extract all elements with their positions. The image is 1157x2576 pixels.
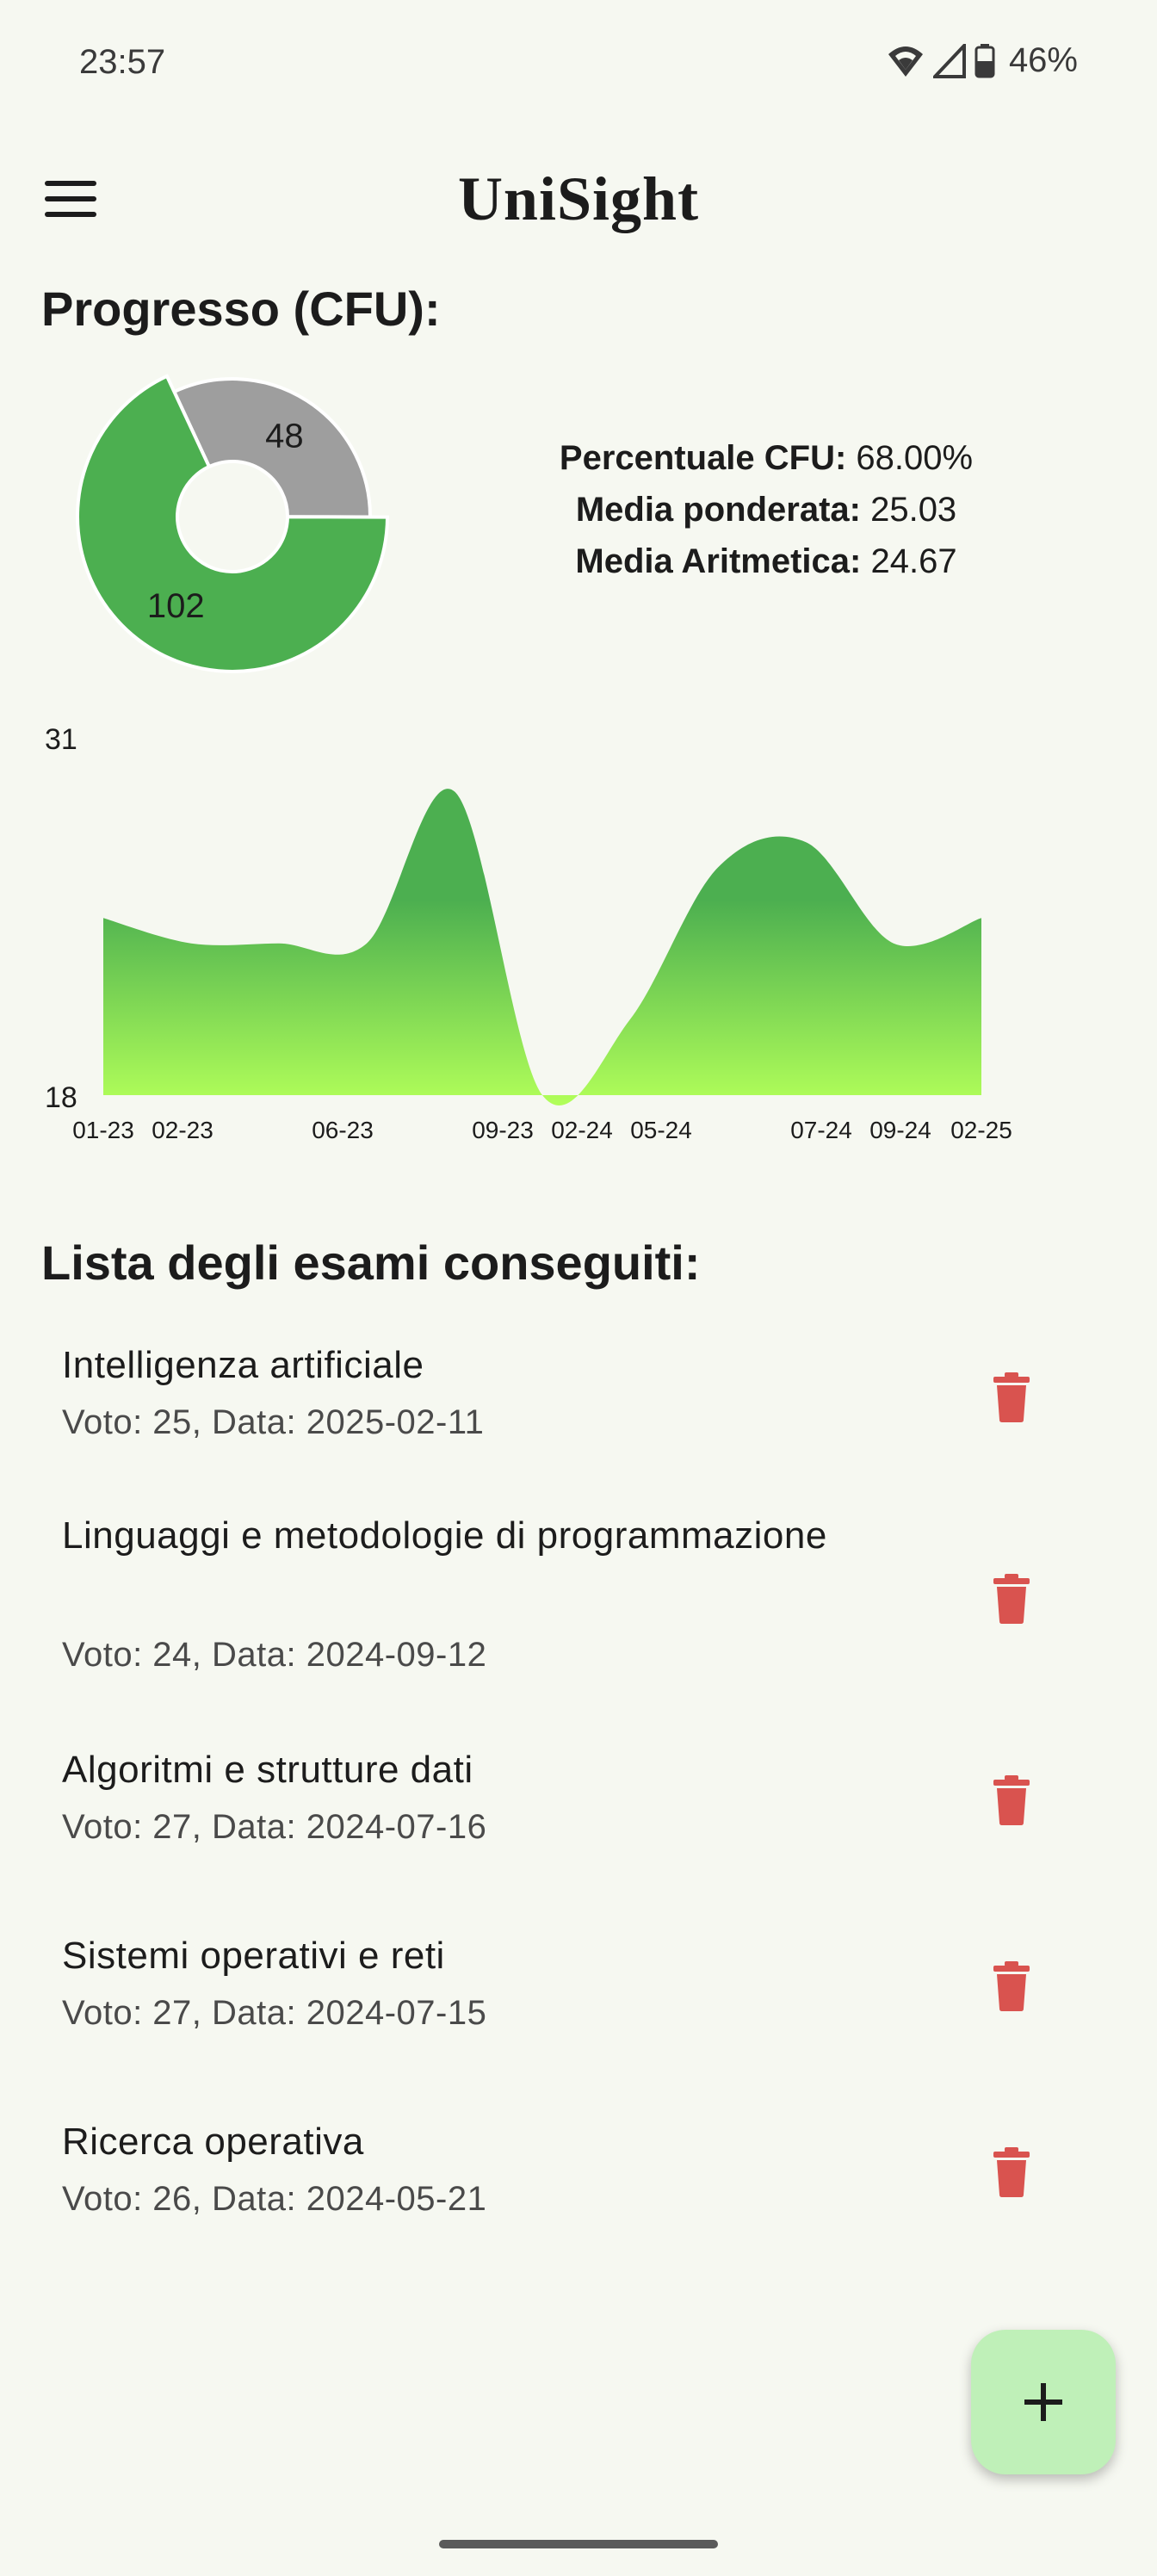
status-time: 23:57 <box>79 43 166 81</box>
exam-details: Voto: 26, Data: 2024-05-21 <box>62 2180 487 2218</box>
area-series <box>103 789 981 1106</box>
x-tick-label: 05-24 <box>630 1117 692 1143</box>
cell-signal-icon <box>932 43 966 78</box>
exam-name: Ricerca operativa <box>62 2121 364 2163</box>
home-indicator <box>439 2540 718 2548</box>
exam-details: Voto: 24, Data: 2024-09-12 <box>62 1636 487 1674</box>
progress-title: Progresso (CFU): <box>41 282 441 336</box>
app-bar: UniSight <box>0 146 1157 250</box>
y-tick-label: 31 <box>45 723 77 756</box>
exam-details: Voto: 27, Data: 2024-07-15 <box>62 1994 487 2032</box>
x-tick-label: 07-24 <box>790 1117 852 1143</box>
app-title: UniSight <box>457 164 700 233</box>
trash-icon[interactable] <box>990 1574 1033 1624</box>
y-tick-label: 18 <box>45 1081 77 1114</box>
add-exam-button[interactable] <box>971 2330 1116 2474</box>
trash-icon[interactable] <box>990 2147 1033 2197</box>
wifi-icon <box>888 46 923 77</box>
exam-name: Sistemi operativi e reti <box>62 1935 445 1977</box>
x-tick-label: 09-23 <box>472 1117 534 1143</box>
plus-icon <box>1024 2383 1062 2421</box>
exam-details: Voto: 27, Data: 2024-07-16 <box>62 1808 487 1846</box>
status-bar: 23:57 46% <box>0 0 1157 129</box>
x-tick-label: 09-24 <box>869 1117 931 1143</box>
status-icons: 46% <box>887 41 1078 80</box>
x-tick-label: 01-23 <box>72 1117 134 1143</box>
trash-icon[interactable] <box>990 1961 1033 2011</box>
grades-area-chart: 31 18 01-23 02-23 06-23 09-23 02-24 05-24 07-24 0… <box>45 723 1012 1143</box>
x-tick-label: 02-25 <box>950 1117 1012 1143</box>
exam-details: Voto: 25, Data: 2025-02-11 <box>62 1403 485 1441</box>
battery-icon <box>974 43 995 77</box>
trash-icon[interactable] <box>990 1372 1033 1422</box>
trash-icon[interactable] <box>990 1775 1033 1825</box>
x-tick-label: 02-24 <box>551 1117 613 1143</box>
exam-name: Algoritmi e strutture dati <box>62 1749 473 1791</box>
exam-name: Intelligenza artificiale <box>62 1344 424 1386</box>
x-tick-label: 06-23 <box>312 1117 374 1143</box>
exams-title: Lista degli esami conseguiti: <box>41 1235 701 1290</box>
x-tick-label: 02-23 <box>152 1117 213 1143</box>
battery-percent: 46% <box>1008 41 1078 79</box>
exam-name: Linguaggi e metodologie di programmazion… <box>62 1514 827 1557</box>
